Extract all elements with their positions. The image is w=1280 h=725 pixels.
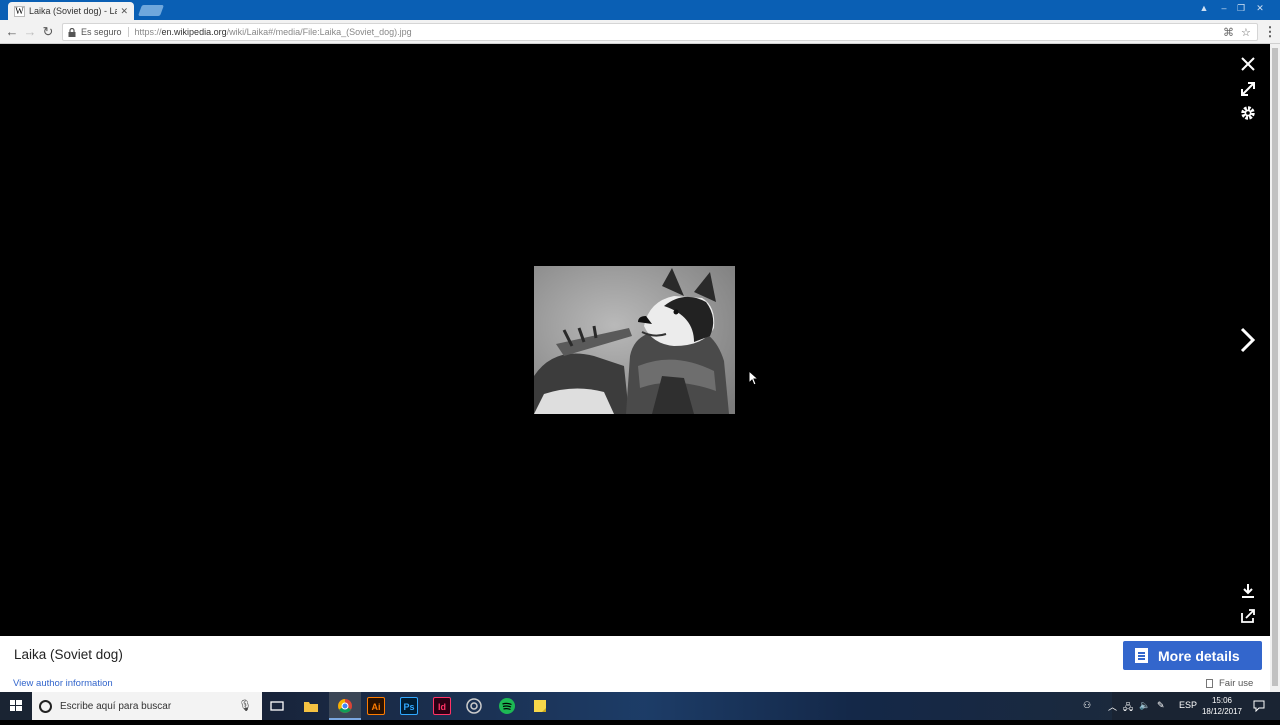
url-path: /wiki/Laika#/media/File:Laika_(Soviet_do… <box>226 27 412 37</box>
tab-close-icon[interactable]: ✕ <box>120 6 128 17</box>
people-icon[interactable]: ⚇ <box>1083 700 1091 711</box>
taskbar-search-placeholder: Escribe aquí para buscar <box>60 700 172 712</box>
notifications-icon[interactable] <box>1253 700 1265 714</box>
license-link[interactable]: Fair use <box>1206 678 1253 689</box>
new-tab-button[interactable] <box>137 5 165 16</box>
minimize-icon[interactable]: – <box>1216 2 1232 14</box>
license-icon <box>1206 679 1213 688</box>
license-label: Fair use <box>1219 678 1254 689</box>
url-scheme: https:// <box>134 27 162 37</box>
network-icon[interactable]: 🖧 <box>1123 700 1133 716</box>
view-author-link[interactable]: View author information <box>13 678 113 689</box>
forward-arrow-icon[interactable]: → <box>22 24 38 40</box>
browser-tab[interactable]: W Laika (Soviet dog) - Laika ✕ <box>8 2 134 20</box>
url-host: en.wikipedia.org <box>161 27 227 37</box>
camera-icon[interactable] <box>465 697 483 715</box>
address-bar[interactable]: Es seguro https://en.wikipedia.org/wiki/… <box>62 23 1258 41</box>
reload-icon[interactable]: ↻ <box>40 24 56 40</box>
browser-toolbar: ← → ↻ Es seguro https://en.wikipedia.org… <box>0 20 1280 44</box>
back-arrow-icon[interactable]: ← <box>4 24 20 40</box>
document-icon <box>1135 648 1148 663</box>
browser-tab-bar: W Laika (Soviet dog) - Laika ✕ ▲ – ❐ ✕ <box>0 0 1280 20</box>
wikipedia-favicon-icon: W <box>14 5 25 17</box>
taskbar-search-box[interactable]: Escribe aquí para buscar 🎙 <box>32 692 262 720</box>
star-icon[interactable]: ☆ <box>1241 26 1251 39</box>
close-icon[interactable] <box>1238 54 1258 74</box>
chrome-taskbar-button[interactable] <box>329 692 361 720</box>
laika-dog-photo[interactable] <box>534 266 735 414</box>
mouse-cursor-icon <box>748 369 760 391</box>
tab-title: Laika (Soviet dog) - Laika <box>29 6 118 16</box>
lock-icon <box>68 27 76 37</box>
windows-start-icon[interactable] <box>0 692 32 720</box>
windows-taskbar: Escribe aquí para buscar 🎙 Ai Ps Id ⚇ ︿ … <box>0 692 1280 720</box>
fullscreen-icon[interactable] <box>1239 80 1257 98</box>
file-explorer-icon[interactable] <box>302 697 320 715</box>
language-indicator[interactable]: ESP <box>1179 700 1197 710</box>
taskbar-wallpaper-strip <box>262 692 1112 720</box>
translate-icon[interactable]: ⌘ <box>1223 26 1234 39</box>
spotify-icon[interactable] <box>498 697 516 715</box>
system-clock[interactable]: 15:06 18/12/2017 <box>1200 695 1244 717</box>
more-details-button[interactable]: More details <box>1123 641 1262 670</box>
cortana-icon <box>39 699 52 713</box>
sticky-notes-icon[interactable] <box>531 697 549 715</box>
pen-icon[interactable]: ✎ <box>1157 700 1165 711</box>
share-icon[interactable] <box>1239 607 1257 625</box>
image-title: Laika (Soviet dog) <box>14 647 123 662</box>
indesign-icon[interactable]: Id <box>433 697 451 715</box>
microphone-icon[interactable]: 🎙 <box>238 699 252 712</box>
illustrator-icon[interactable]: Ai <box>367 697 385 715</box>
window-close-icon[interactable]: ✕ <box>1252 2 1268 14</box>
scrollbar-thumb[interactable] <box>1272 48 1278 686</box>
clock-time: 15:06 <box>1211 696 1233 705</box>
user-profile-icon[interactable]: ▲ <box>1196 2 1212 14</box>
restore-icon[interactable]: ❐ <box>1233 2 1249 14</box>
image-info-panel: Laika (Soviet dog) View author informati… <box>0 636 1270 692</box>
volume-icon[interactable]: 🔈 <box>1139 700 1150 711</box>
more-details-label: More details <box>1158 647 1240 664</box>
photoshop-icon[interactable]: Ps <box>400 697 418 715</box>
clock-date: 18/12/2017 <box>1201 707 1243 716</box>
next-arrow-icon[interactable] <box>1238 326 1258 354</box>
download-icon[interactable] <box>1239 582 1257 600</box>
settings-gear-icon[interactable] <box>1239 104 1257 122</box>
url-text[interactable]: https://en.wikipedia.org/wiki/Laika#/med… <box>135 27 412 37</box>
menu-dots-icon[interactable]: ⋮ <box>1262 24 1278 40</box>
task-view-icon[interactable] <box>268 697 286 715</box>
show-hidden-icons-icon[interactable]: ︿ <box>1108 700 1117 713</box>
security-label[interactable]: Es seguro <box>81 27 129 37</box>
